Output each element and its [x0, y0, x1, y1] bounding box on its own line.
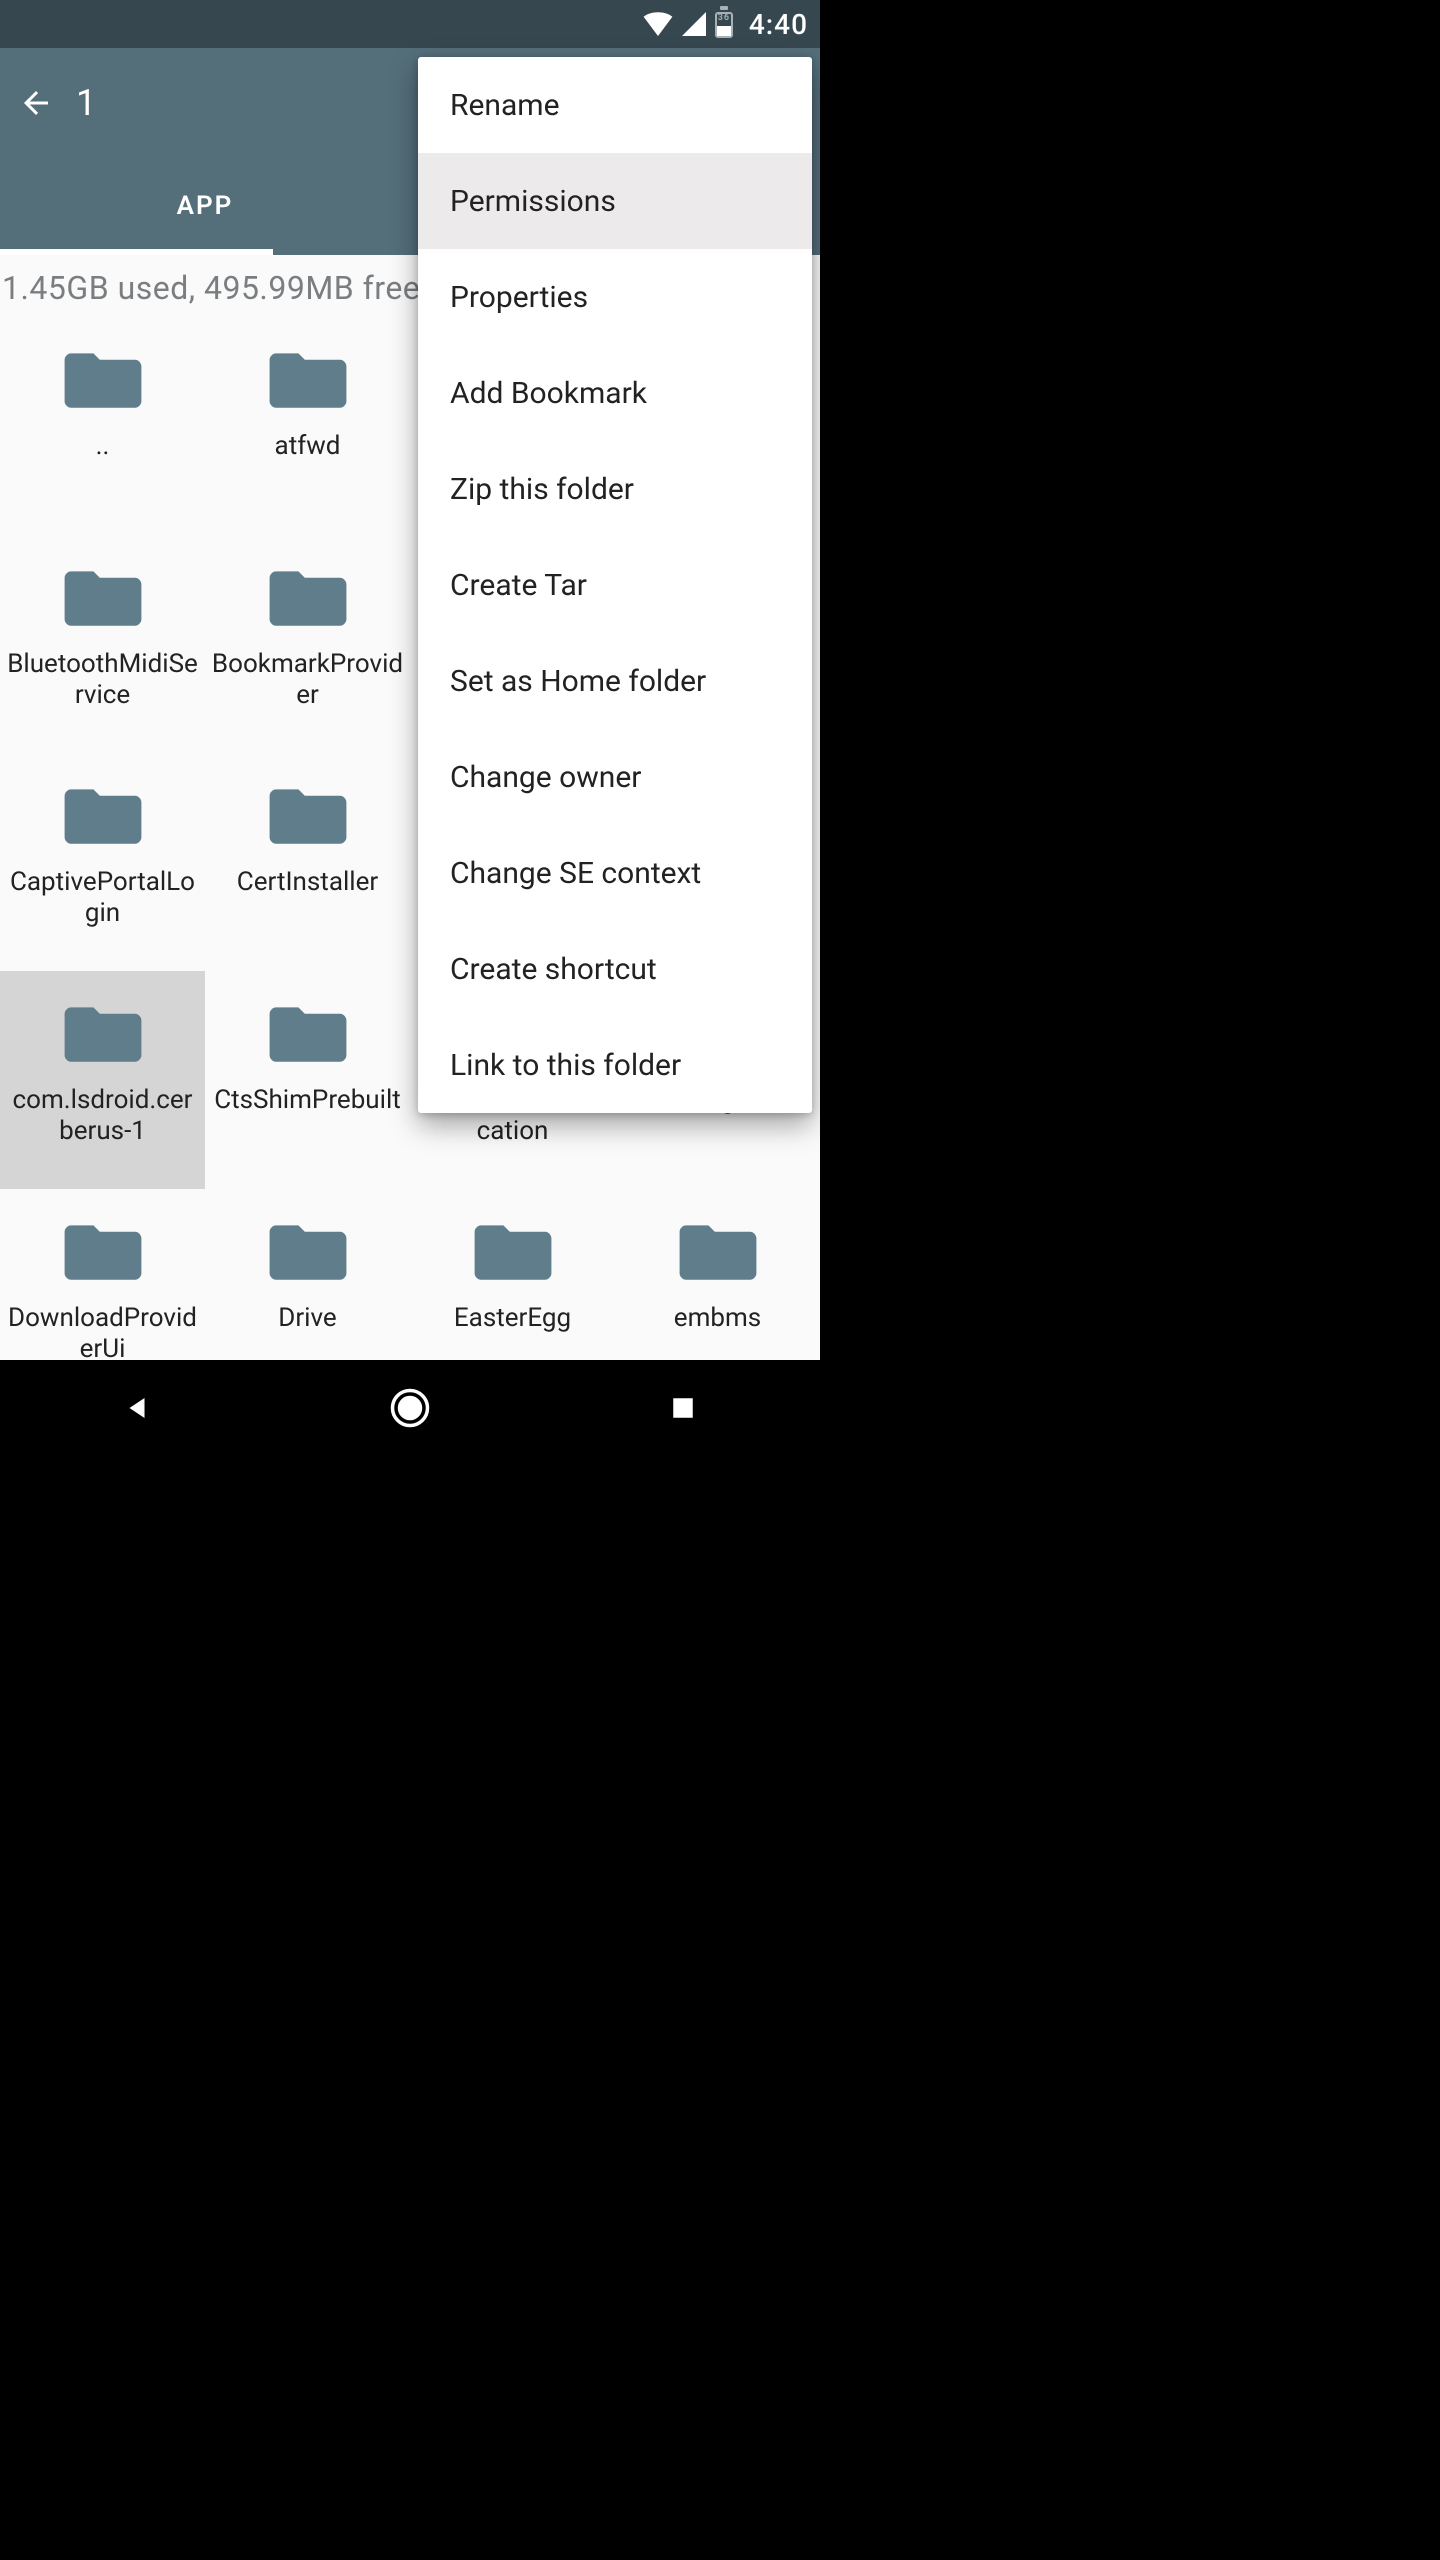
nav-recent-button[interactable]: [660, 1385, 706, 1431]
folder-icon: [63, 347, 143, 411]
tab-label: APP: [177, 191, 234, 221]
menu-item[interactable]: Change SE context: [418, 825, 812, 921]
circle-home-icon: [389, 1387, 431, 1429]
menu-item[interactable]: Zip this folder: [418, 441, 812, 537]
folder-icon: [473, 1219, 553, 1283]
nav-back-button[interactable]: [114, 1385, 160, 1431]
menu-item[interactable]: Add Bookmark: [418, 345, 812, 441]
menu-item[interactable]: Rename: [418, 57, 812, 153]
folder-icon: [268, 1001, 348, 1065]
arrow-left-icon: [18, 85, 54, 121]
folder-label: CaptivePortalLogin: [0, 867, 205, 929]
folder-item[interactable]: com.lsdroid.cerberus-1: [0, 971, 205, 1189]
folder-item[interactable]: embms: [615, 1189, 820, 1360]
folder-label: BluetoothMidiService: [0, 649, 205, 711]
folder-label: Drive: [272, 1303, 342, 1334]
folder-item[interactable]: CertInstaller: [205, 753, 410, 971]
status-bar: 36 4:40: [0, 0, 820, 48]
square-recent-icon: [670, 1395, 696, 1421]
folder-icon: [63, 783, 143, 847]
cell-signal-icon: [681, 12, 707, 36]
status-icons: 36 4:40: [643, 8, 808, 41]
tab-indicator: [0, 249, 273, 255]
folder-icon: [63, 1001, 143, 1065]
folder-label: atfwd: [269, 431, 347, 462]
folder-icon: [268, 347, 348, 411]
menu-item[interactable]: Permissions: [418, 153, 812, 249]
folder-label: CertInstaller: [231, 867, 384, 898]
folder-item[interactable]: atfwd: [205, 317, 410, 535]
folder-icon: [268, 565, 348, 629]
folder-icon: [678, 1219, 758, 1283]
triangle-back-icon: [122, 1393, 152, 1423]
folder-item[interactable]: Drive: [205, 1189, 410, 1360]
folder-icon: [268, 1219, 348, 1283]
folder-label: ..: [90, 431, 116, 462]
nav-home-button[interactable]: [387, 1385, 433, 1431]
menu-item[interactable]: Create shortcut: [418, 921, 812, 1017]
folder-item[interactable]: ..: [0, 317, 205, 535]
folder-icon: [63, 1219, 143, 1283]
folder-item[interactable]: CaptivePortalLogin: [0, 753, 205, 971]
screen: 36 4:40 1: [0, 0, 820, 1456]
folder-item[interactable]: CtsShimPrebuilt: [205, 971, 410, 1189]
folder-icon: [63, 565, 143, 629]
folder-label: EasterEgg: [448, 1303, 577, 1334]
folder-label: DownloadProviderUi: [0, 1303, 205, 1360]
folder-item[interactable]: DownloadProviderUi: [0, 1189, 205, 1360]
folder-item[interactable]: EasterEgg: [410, 1189, 615, 1360]
context-menu: RenamePermissionsPropertiesAdd BookmarkZ…: [418, 57, 812, 1113]
folder-label: embms: [668, 1303, 767, 1334]
folder-label: BookmarkProvider: [205, 649, 410, 711]
menu-item[interactable]: Properties: [418, 249, 812, 345]
folder-item[interactable]: BluetoothMidiService: [0, 535, 205, 753]
folder-label: com.lsdroid.cerberus-1: [0, 1085, 205, 1147]
menu-item[interactable]: Link to this folder: [418, 1017, 812, 1113]
folder-icon: [268, 783, 348, 847]
menu-item[interactable]: Set as Home folder: [418, 633, 812, 729]
battery-percent: 36: [715, 13, 733, 23]
tab-app[interactable]: APP: [0, 157, 410, 255]
menu-item[interactable]: Create Tar: [418, 537, 812, 633]
back-button[interactable]: [0, 83, 72, 123]
status-time: 4:40: [749, 8, 808, 41]
folder-label: CtsShimPrebuilt: [208, 1085, 407, 1116]
folder-item[interactable]: BookmarkProvider: [205, 535, 410, 753]
battery-icon: 36: [715, 10, 735, 38]
android-nav-bar: [0, 1360, 820, 1456]
wifi-icon: [643, 12, 673, 36]
menu-item[interactable]: Change owner: [418, 729, 812, 825]
